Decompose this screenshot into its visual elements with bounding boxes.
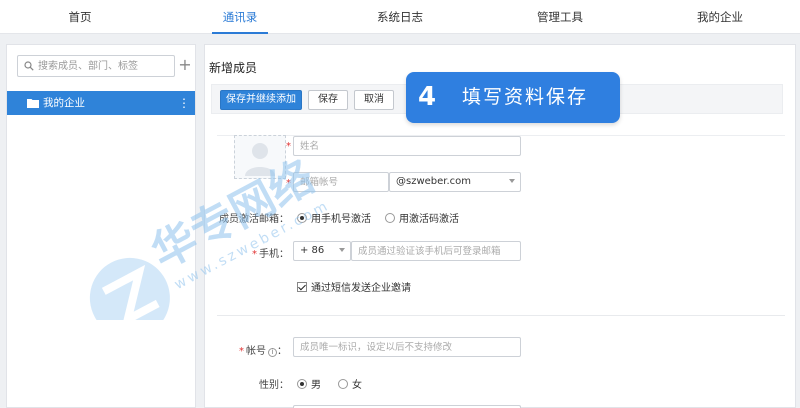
step-number: 4 — [418, 82, 437, 112]
gender-female-radio[interactable]: 女 — [338, 376, 362, 391]
email-domain-select[interactable]: @szweber.com — [389, 172, 521, 192]
save-button[interactable]: 保存 — [308, 90, 348, 110]
page-title: 新增成员 — [209, 61, 258, 75]
avatar-placeholder[interactable] — [234, 135, 286, 179]
search-input[interactable] — [38, 58, 170, 74]
sms-invite-checkbox[interactable]: 通过短信发送企业邀请 — [297, 279, 411, 294]
phone-country-code-select[interactable]: + 86 — [293, 241, 351, 261]
search-icon — [24, 61, 34, 71]
tab-my-company[interactable]: 我的企业 — [640, 0, 800, 33]
phone-input[interactable] — [352, 242, 520, 260]
phone-label: * 手机： — [252, 249, 289, 260]
gender-label: 性别： — [259, 380, 289, 391]
chevron-down-icon — [509, 179, 515, 183]
phone-label-text: 手机： — [259, 249, 289, 260]
more-vertical-icon[interactable]: ⋮ — [178, 91, 190, 115]
email-input[interactable] — [294, 173, 388, 191]
main-panel: 新增成员 保存并继续添加 保存 取消 4 填写资料保存 * * @szweber… — [204, 44, 796, 408]
email-required-mark: * — [286, 178, 291, 189]
phone-field[interactable] — [351, 241, 521, 261]
email-domain-value: @szweber.com — [396, 176, 472, 187]
gender-male-radio[interactable]: 男 — [297, 376, 321, 391]
plus-icon[interactable]: + — [177, 57, 193, 73]
email-field[interactable] — [293, 172, 389, 192]
radio-label: 用手机号激活 — [311, 214, 371, 225]
activation-label: 成员激活邮箱： — [219, 214, 289, 225]
radio-label: 男 — [311, 380, 321, 391]
sms-invite-label: 通过短信发送企业邀请 — [311, 283, 411, 294]
user-silhouette-icon — [245, 143, 275, 176]
checkbox-box — [297, 282, 307, 292]
name-required-mark: * — [286, 141, 291, 152]
activation-by-code-radio[interactable]: 用激活码激活 — [385, 210, 459, 225]
name-field[interactable] — [293, 136, 521, 156]
folder-icon — [27, 99, 39, 108]
radio-dot — [297, 379, 307, 389]
tab-system-log[interactable]: 系统日志 — [320, 0, 480, 33]
sidebar: + 我的企业 ⋮ — [6, 44, 196, 408]
radio-dot — [338, 379, 348, 389]
account-label-text: 帐号 — [246, 346, 266, 357]
radio-label: 用激活码激活 — [399, 214, 459, 225]
info-icon[interactable]: i — [268, 348, 277, 357]
tree-item-my-company[interactable]: 我的企业 ⋮ — [7, 91, 195, 115]
search-box[interactable] — [17, 55, 175, 77]
radio-dot — [385, 213, 395, 223]
phone-code-value: + 86 — [300, 245, 325, 256]
activation-by-phone-radio[interactable]: 用手机号激活 — [297, 210, 371, 225]
cancel-button[interactable]: 取消 — [354, 90, 394, 110]
account-label: * 帐号 i： — [239, 346, 287, 357]
tab-home[interactable]: 首页 — [0, 0, 160, 33]
account-field[interactable] — [293, 337, 521, 357]
tab-admin-tools[interactable]: 管理工具 — [480, 0, 640, 33]
divider — [217, 315, 785, 316]
chevron-down-icon — [339, 248, 345, 252]
tree-item-label: 我的企业 — [43, 97, 85, 109]
save-and-continue-button[interactable]: 保存并继续添加 — [220, 90, 302, 110]
radio-label: 女 — [352, 380, 362, 391]
step-callout: 4 填写资料保存 — [406, 72, 620, 123]
top-nav: 首页 通讯录 系统日志 管理工具 我的企业 — [0, 0, 800, 34]
account-input[interactable] — [294, 338, 520, 356]
name-input[interactable] — [294, 137, 520, 155]
tab-contacts[interactable]: 通讯录 — [160, 0, 320, 34]
radio-dot — [297, 213, 307, 223]
step-text: 填写资料保存 — [462, 86, 589, 108]
